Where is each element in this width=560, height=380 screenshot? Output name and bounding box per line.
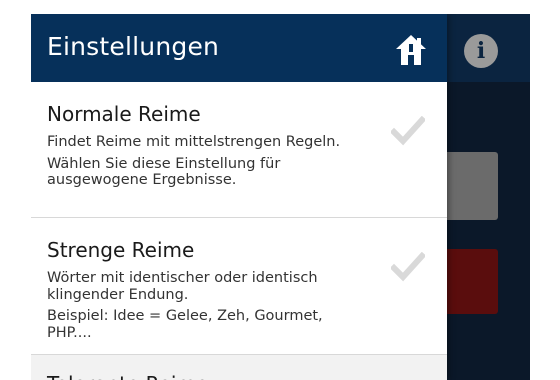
- option-description: Beispiel: Idee = Gelee, Zeh, Gourmet, PH…: [47, 308, 323, 341]
- settings-drawer: Einstellungen Normale Reime Findet Reime…: [31, 14, 447, 380]
- checkmark-icon: [391, 116, 425, 146]
- home-icon[interactable]: [393, 32, 429, 68]
- option-description: Findet Reime mit mittelstrengen Regeln.: [47, 134, 341, 150]
- drawer-header: Einstellungen: [31, 14, 447, 82]
- option-title: Normale Reime: [47, 102, 201, 126]
- option-description: Wörter mit identischer oder identisch kl…: [47, 270, 318, 303]
- option-title: Tolerante Reime: [47, 372, 367, 380]
- option-normale-reime[interactable]: Normale Reime Findet Reime mit mittelstr…: [31, 82, 447, 218]
- info-icon[interactable]: i: [464, 34, 498, 68]
- option-title: Strenge Reime: [47, 238, 195, 262]
- option-description: Wählen Sie diese Einstellung für ausgewo…: [47, 155, 281, 189]
- option-tolerante-reime[interactable]: Tolerante Reime: [31, 355, 447, 380]
- checkmark-icon: [391, 252, 425, 282]
- app-window: i Einstellungen Normale Reime Findet Rei…: [31, 14, 530, 380]
- page-title: Einstellungen: [47, 32, 220, 61]
- option-strenge-reime[interactable]: Strenge Reime Wörter mit identischer ode…: [31, 218, 447, 355]
